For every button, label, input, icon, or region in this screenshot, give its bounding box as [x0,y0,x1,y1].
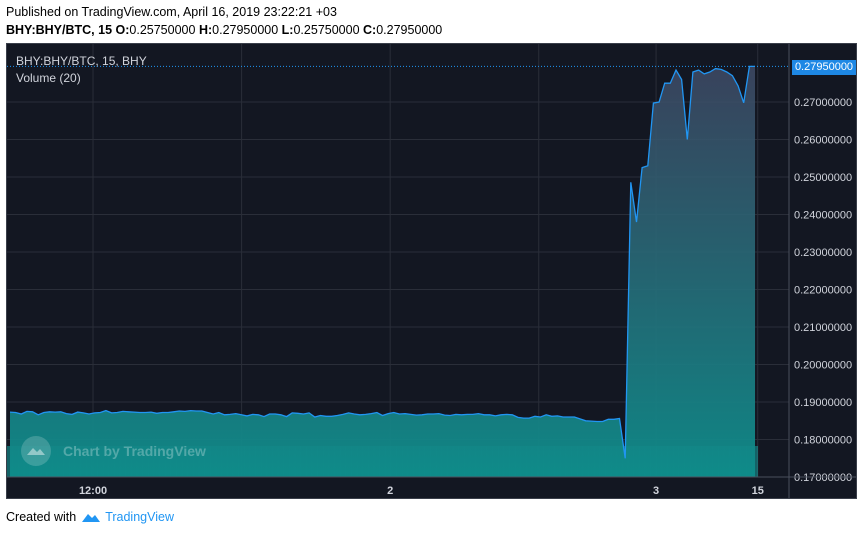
y-tick-label: 0.26000000 [794,135,852,147]
published-caption: Published on TradingView.com, April 16, … [6,5,337,19]
low-label: L: [281,23,294,37]
ohlc-summary: BHY:BHY/BTC, 15 O:0.25750000 H:0.2795000… [6,23,442,37]
area-layer [7,65,789,478]
y-tick-label: 0.17000000 [794,472,852,484]
y-tick-label: 0.20000000 [794,360,852,372]
y-tick-label: 0.21000000 [794,322,852,334]
watermark-text: Chart by TradingView [63,443,206,459]
x-tick-label: 2 [387,485,393,497]
high-value: 0.27950000 [212,23,279,37]
x-tick-label: 12:00 [79,485,107,497]
symbol-label: BHY:BHY/BTC, 15 [6,23,113,37]
tradingview-link[interactable]: TradingView [105,510,174,524]
x-tick-label: 15 [752,485,764,497]
open-value: 0.25750000 [129,23,196,37]
close-value: 0.27950000 [376,23,443,37]
tradingview-cloud-icon [82,514,101,522]
y-tick-label: 0.27000000 [794,97,852,109]
y-tick-label: 0.23000000 [794,247,852,259]
close-label: C: [363,23,377,37]
footer: Created with TradingView [6,510,174,524]
y-tick-label: 0.22000000 [794,285,852,297]
y-tick-label: 0.24000000 [794,210,852,222]
open-label: O: [115,23,130,37]
y-tick-label: 0.19000000 [794,397,852,409]
price-chart[interactable]: 0.27000000 0.26000000 0.25000000 0.24000000… [7,44,856,498]
last-price-tag: 0.27950000 [792,60,856,75]
y-tick-label: 0.18000000 [794,435,852,447]
tradingview-logo-icon [21,436,51,466]
watermark: Chart by TradingView [21,436,206,466]
y-tick-label: 0.25000000 [794,172,852,184]
created-with-text: Created with [6,510,77,524]
volume-legend[interactable]: Volume (20) [16,71,81,85]
high-label: H: [198,23,213,37]
chart-frame[interactable]: 0.27000000 0.26000000 0.25000000 0.24000000… [6,43,857,499]
low-value: 0.25750000 [293,23,360,37]
x-tick-label: 3 [653,485,659,497]
symbol-legend[interactable]: BHY:BHY/BTC, 15, BHY [16,54,147,68]
